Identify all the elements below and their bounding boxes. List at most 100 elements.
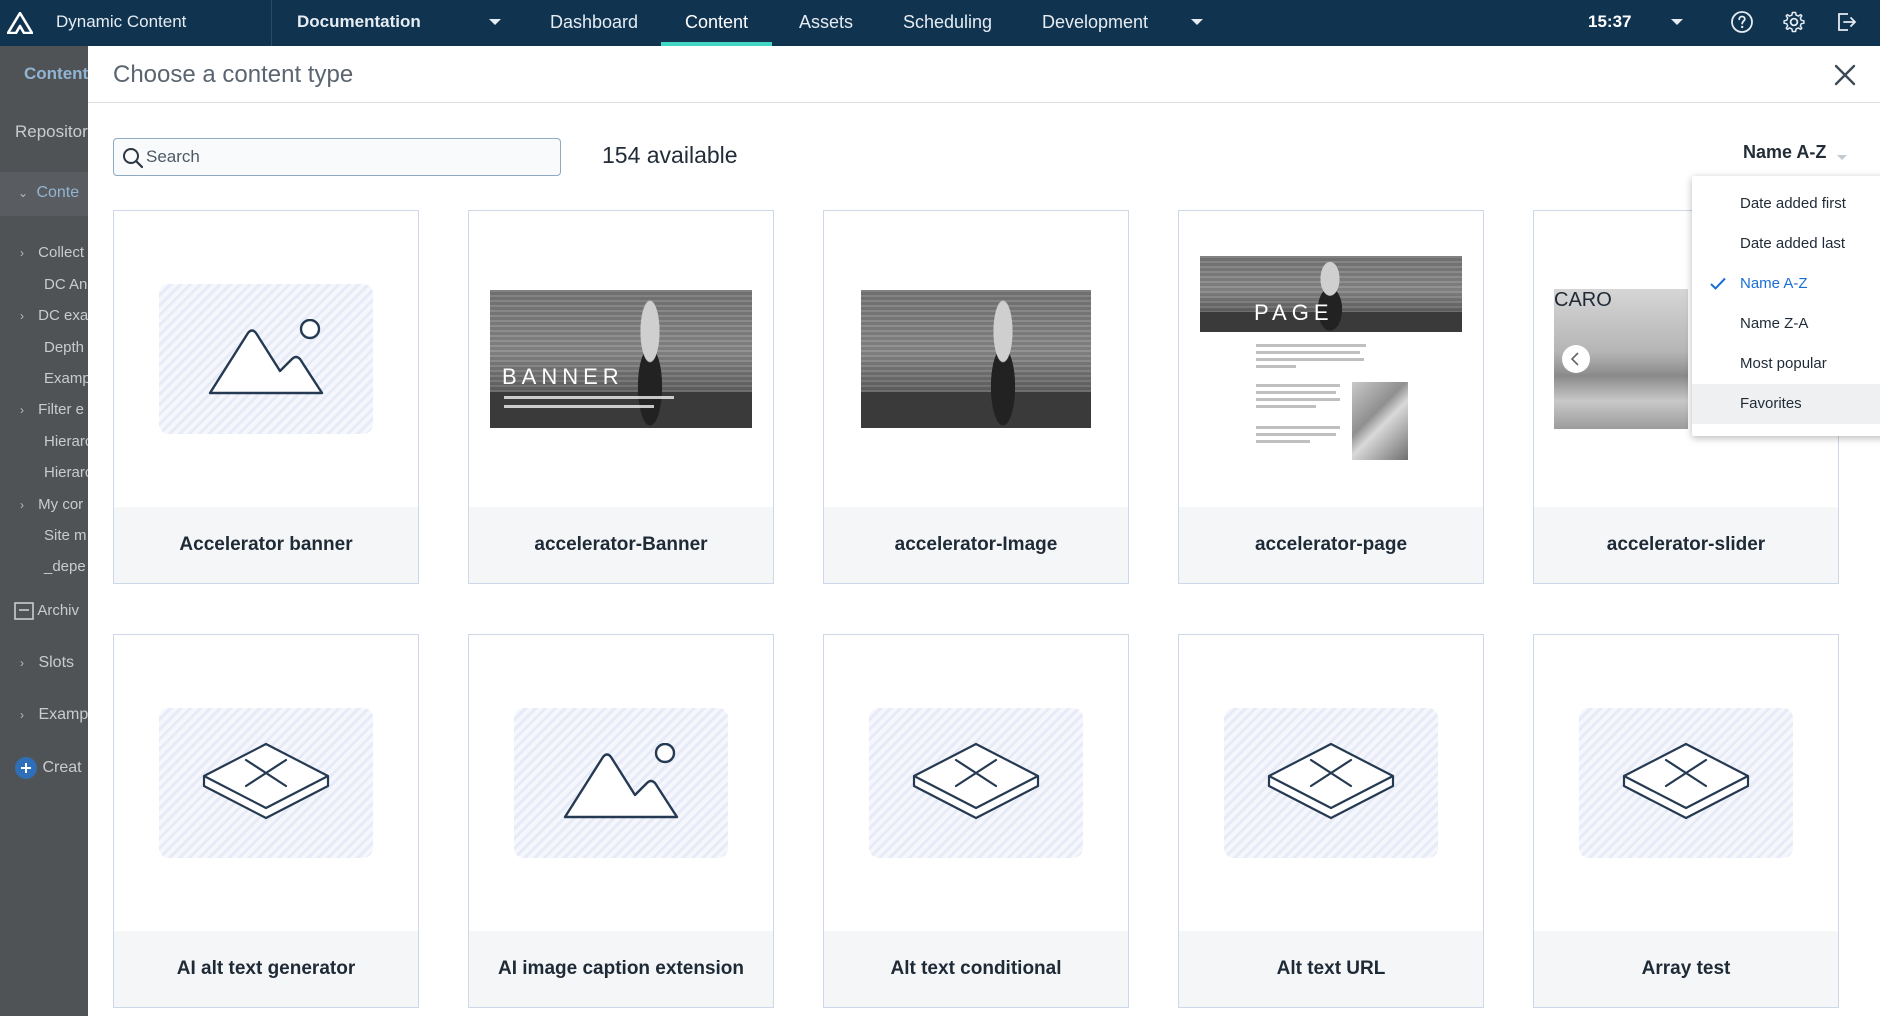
help-icon[interactable]	[1730, 10, 1754, 34]
card-thumbnail	[1179, 635, 1483, 931]
sidebar-section-label: Conte	[36, 184, 80, 201]
extension-placeholder	[869, 708, 1083, 858]
modal-header: Choose a content type	[88, 46, 1880, 103]
sort-option-date-added-last[interactable]: Date added last	[1692, 224, 1880, 264]
search-input[interactable]	[146, 145, 546, 169]
content-type-card[interactable]: AI image caption extension	[468, 634, 774, 1008]
card-label: AI alt text generator	[114, 931, 418, 1007]
content-type-card[interactable]: BANNER accelerator-Banner	[468, 210, 774, 584]
logout-icon[interactable]	[1834, 10, 1858, 34]
nav-tab-assets[interactable]: Assets	[775, 0, 877, 46]
search-icon	[123, 148, 144, 169]
choose-content-type-modal: Choose a content type 154 available Name…	[88, 46, 1880, 1016]
card-label: accelerator-slider	[1534, 507, 1838, 583]
text-line	[1256, 405, 1316, 408]
chevron-down-icon: ⌄	[18, 186, 29, 200]
banner-photo: BANNER	[490, 290, 752, 428]
sidebar-item: Site m	[44, 527, 87, 544]
photo-figure	[973, 290, 1033, 428]
content-type-card[interactable]: Array test	[1533, 634, 1839, 1008]
image-photo	[861, 290, 1091, 428]
nav-tab-content[interactable]: Content	[661, 0, 773, 46]
card-label: accelerator-Banner	[469, 507, 773, 583]
card-label: Alt text conditional	[824, 931, 1128, 1007]
extension-icon	[1267, 742, 1395, 820]
photo-caption-line	[504, 396, 674, 399]
sidebar-examples-label: Examp	[38, 706, 89, 723]
page-hero-photo: PAGE	[1200, 256, 1462, 332]
page-preview: PAGE	[1200, 256, 1462, 462]
card-thumbnail	[469, 635, 773, 931]
extension-placeholder	[1579, 708, 1793, 858]
check-icon	[1710, 277, 1726, 290]
text-line	[1256, 440, 1310, 443]
archive-icon	[14, 602, 34, 620]
sort-dropdown[interactable]: Name A-Z	[1743, 142, 1826, 163]
sidebar-item: Hierarc	[44, 433, 90, 450]
content-type-card[interactable]: Alt text conditional	[823, 634, 1129, 1008]
chevron-down-icon[interactable]	[1190, 18, 1204, 27]
sidebar-item-label: Filter e	[38, 401, 85, 418]
card-label: accelerator-page	[1179, 507, 1483, 583]
banner-overlay-text: BANNER	[502, 364, 624, 389]
sidebar-item: Hierarc	[44, 464, 90, 481]
sort-option-label: Name A-Z	[1740, 275, 1808, 292]
sidebar-item-label: DC exa	[38, 307, 89, 324]
sidebar-item: › My cor	[20, 496, 83, 513]
sort-option-name-a-z[interactable]: Name A-Z	[1692, 264, 1880, 304]
content-type-card[interactable]: Accelerator banner	[113, 210, 419, 584]
mountain-image-icon	[563, 743, 679, 819]
sidebar-item-label: Collect	[38, 244, 85, 261]
divider	[271, 0, 272, 46]
extension-icon	[912, 742, 1040, 820]
card-label: AI image caption extension	[469, 931, 773, 1007]
extension-icon	[1622, 742, 1750, 820]
sidebar-item: DC Ann	[44, 276, 90, 293]
text-line	[1256, 398, 1340, 401]
sidebar-item: Depth	[44, 339, 85, 356]
page-overlay-text: PAGE	[1254, 300, 1334, 325]
sort-option-most-popular[interactable]: Most popular	[1692, 344, 1880, 384]
content-sidebar-dimmed: Content Repositor ⌄ Conte › Collect DC A…	[0, 46, 90, 1016]
content-type-card[interactable]: PAGE accelerator-page	[1178, 210, 1484, 584]
mountain-image-icon	[208, 319, 324, 395]
chevron-right-icon: ›	[20, 309, 24, 323]
sort-option-favorites[interactable]: Favorites	[1692, 384, 1880, 424]
chevron-down-icon[interactable]	[1836, 154, 1848, 162]
sort-option-date-added-first[interactable]: Date added first	[1692, 184, 1880, 224]
content-type-card[interactable]: AI alt text generator	[113, 634, 419, 1008]
hub-selector[interactable]: Documentation	[297, 0, 421, 46]
content-type-card[interactable]: accelerator-Image	[823, 210, 1129, 584]
sidebar-item: › Filter e	[20, 401, 84, 418]
sidebar-repository: Repositor	[15, 122, 88, 141]
card-label: Alt text URL	[1179, 931, 1483, 1007]
nav-tab-scheduling[interactable]: Scheduling	[879, 0, 1016, 46]
image-placeholder	[159, 284, 373, 434]
slider-overlay-text: CARO	[1554, 289, 1612, 311]
extension-placeholder	[159, 708, 373, 858]
nav-tab-dashboard[interactable]: Dashboard	[526, 0, 662, 46]
card-thumbnail	[114, 211, 418, 507]
sort-option-name-z-a[interactable]: Name Z-A	[1692, 304, 1880, 344]
gear-icon[interactable]	[1782, 10, 1806, 34]
chevron-down-icon[interactable]	[488, 18, 502, 27]
card-thumbnail	[1534, 635, 1838, 931]
chevron-right-icon: ›	[20, 708, 24, 722]
sidebar-item: › Collect	[20, 244, 84, 261]
nav-tab-development[interactable]: Development	[1018, 0, 1172, 46]
extension-placeholder	[1224, 708, 1438, 858]
sidebar-section: ⌄ Conte	[18, 184, 79, 202]
card-thumbnail	[824, 635, 1128, 931]
card-label: accelerator-Image	[824, 507, 1128, 583]
chevron-right-icon: ›	[20, 246, 24, 260]
chevron-down-icon[interactable]	[1670, 18, 1684, 27]
close-icon[interactable]	[1832, 62, 1858, 88]
content-type-card[interactable]: Alt text URL	[1178, 634, 1484, 1008]
sidebar-tab-content: Content	[24, 64, 89, 83]
available-count: 154 available	[602, 142, 738, 168]
sidebar-item: Examp	[44, 370, 90, 387]
search-field[interactable]	[113, 138, 561, 176]
clock-time[interactable]: 15:37	[1588, 0, 1631, 46]
amplience-logo-icon[interactable]	[0, 0, 40, 46]
sidebar-slots: › Slots	[20, 654, 74, 672]
